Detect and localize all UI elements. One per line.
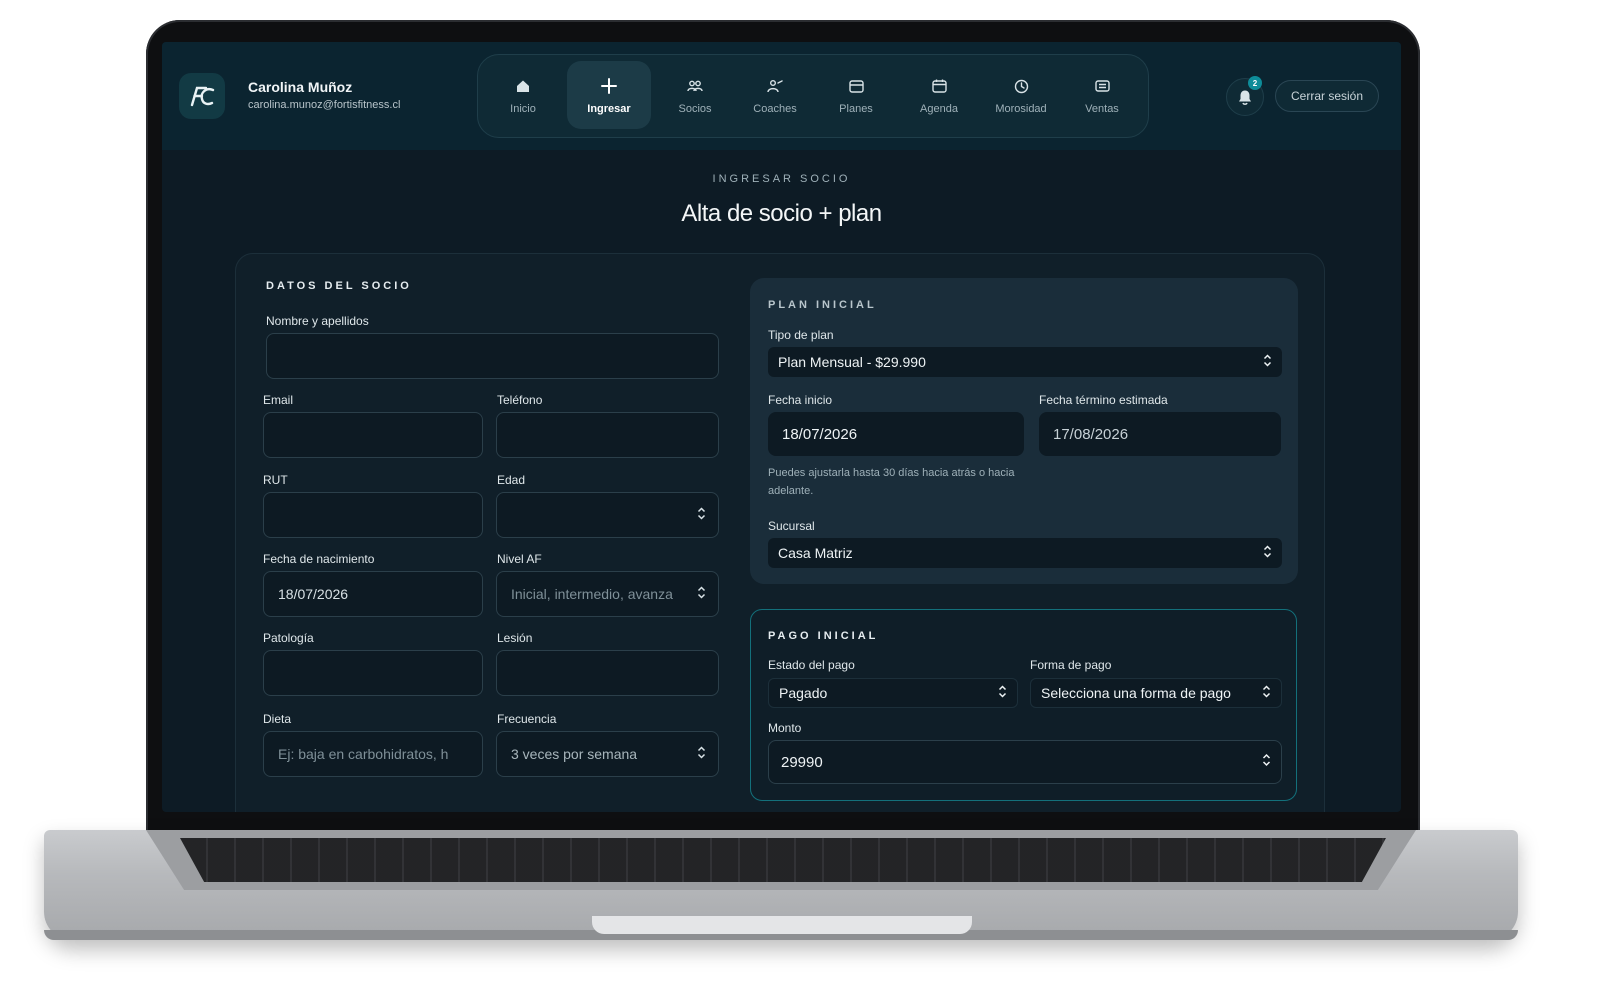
- nav-item-ventas[interactable]: Ventas: [1060, 61, 1144, 129]
- laptop-opening-notch: [592, 916, 972, 934]
- pathology-label: Patología: [263, 631, 314, 645]
- member-section-title: DATOS DEL SOCIO: [266, 280, 412, 292]
- user-email: carolina.munoz@fortisfitness.cl: [248, 99, 401, 111]
- page-eyebrow: INGRESAR SOCIO: [712, 173, 851, 185]
- nav-label: Coaches: [753, 103, 797, 115]
- nav-item-agenda[interactable]: Agenda: [897, 61, 981, 129]
- select-chevron-icon: [1263, 354, 1272, 371]
- start-date-input[interactable]: 18/07/2026: [768, 412, 1024, 456]
- branch-select[interactable]: Casa Matriz: [768, 538, 1282, 568]
- select-chevron-icon: [1263, 545, 1272, 562]
- frequency-select[interactable]: 3 veces por semana: [496, 731, 719, 777]
- level-select[interactable]: Inicial, intermedio, avanza: [496, 571, 719, 617]
- rut-input[interactable]: [263, 492, 483, 538]
- nav-label: Inicio: [510, 103, 536, 115]
- select-chevron-icon: [697, 746, 706, 763]
- payment-method-select[interactable]: Selecciona una forma de pago: [1030, 678, 1282, 708]
- name-input[interactable]: [266, 333, 719, 379]
- nav-label: Ingresar: [587, 103, 631, 115]
- name-label: Nombre y apellidos: [266, 314, 369, 328]
- nav-item-morosidad[interactable]: Morosidad: [979, 61, 1063, 129]
- page-title: Alta de socio + plan: [681, 200, 882, 227]
- stepper-chevron-icon: [1262, 753, 1271, 771]
- logout-button[interactable]: Cerrar sesión: [1275, 80, 1379, 112]
- select-chevron-icon: [697, 586, 706, 603]
- nav-label: Planes: [839, 103, 873, 115]
- nav-label: Ventas: [1085, 103, 1119, 115]
- plus-icon: [600, 75, 618, 97]
- amount-value: 29990: [781, 753, 823, 771]
- branch-label: Sucursal: [768, 519, 815, 533]
- branch-value: Casa Matriz: [778, 545, 853, 561]
- payment-status-label: Estado del pago: [768, 658, 855, 672]
- diet-input[interactable]: Ej: baja en carbohidratos, h: [263, 731, 483, 777]
- phone-label: Teléfono: [497, 393, 543, 407]
- nav-label: Agenda: [920, 103, 958, 115]
- nav-label: Socios: [678, 103, 712, 115]
- card-icon: [848, 75, 864, 97]
- nav-label: Morosidad: [995, 103, 1047, 115]
- frequency-value: 3 veces por semana: [511, 746, 638, 762]
- rut-label: RUT: [263, 473, 288, 487]
- date-hint: Puedes ajustarla hasta 30 días hacia atr…: [768, 467, 1015, 497]
- plan-type-value: Plan Mensual - $29.990: [778, 354, 926, 370]
- phone-input[interactable]: [496, 412, 719, 458]
- plan-type-label: Tipo de plan: [768, 328, 834, 342]
- users-icon: [687, 75, 703, 97]
- select-chevron-icon: [1262, 685, 1271, 702]
- plan-type-select[interactable]: Plan Mensual - $29.990: [768, 347, 1282, 377]
- nav-item-ingresar[interactable]: Ingresar: [567, 61, 651, 129]
- pathology-input[interactable]: [263, 650, 483, 696]
- user-name: Carolina Muñoz: [248, 79, 353, 95]
- email-input[interactable]: [263, 412, 483, 458]
- birth-label: Fecha de nacimiento: [263, 552, 375, 566]
- notification-count-badge: 2: [1248, 76, 1262, 90]
- stepper-chevron-icon: [697, 507, 706, 524]
- clock-icon: [1014, 75, 1029, 97]
- receipt-icon: [1094, 75, 1110, 97]
- start-date-label: Fecha inicio: [768, 393, 833, 407]
- nav-item-planes[interactable]: Planes: [814, 61, 898, 129]
- age-stepper[interactable]: [496, 492, 719, 538]
- injury-input[interactable]: [496, 650, 719, 696]
- age-label: Edad: [497, 473, 526, 487]
- diet-label: Dieta: [263, 712, 292, 726]
- top-bar: Carolina Muñoz carolina.munoz@fortisfitn…: [162, 42, 1401, 150]
- diet-placeholder: Ej: baja en carbohidratos, h: [278, 746, 449, 762]
- nav-item-socios[interactable]: Socios: [653, 61, 737, 129]
- end-date-input[interactable]: 17/08/2026: [1039, 412, 1281, 456]
- payment-section-title: PAGO INICIAL: [768, 630, 879, 642]
- birth-date-value: 18/07/2026: [278, 586, 349, 602]
- amount-input[interactable]: 29990: [768, 740, 1282, 784]
- frequency-label: Frecuencia: [497, 712, 557, 726]
- plan-section-title: PLAN INICIAL: [768, 299, 877, 311]
- level-label: Nivel AF: [497, 552, 542, 566]
- level-placeholder: Inicial, intermedio, avanza: [511, 586, 673, 602]
- payment-method-value: Selecciona una forma de pago: [1041, 685, 1231, 701]
- birth-date-input[interactable]: 18/07/2026: [263, 571, 483, 617]
- main-nav: Inicio Ingresar Socios Coaches Planes Ag…: [477, 54, 1149, 138]
- payment-method-label: Forma de pago: [1030, 658, 1112, 672]
- brand-logo[interactable]: [179, 73, 225, 119]
- laptop-keyboard: [180, 838, 1386, 882]
- email-label: Email: [263, 393, 294, 407]
- home-icon: [516, 75, 530, 97]
- start-date-value: 18/07/2026: [782, 425, 858, 443]
- nav-item-coaches[interactable]: Coaches: [733, 61, 817, 129]
- nav-item-inicio[interactable]: Inicio: [481, 61, 565, 129]
- end-date-value: 17/08/2026: [1053, 425, 1129, 443]
- end-date-label: Fecha término estimada: [1039, 393, 1168, 407]
- payment-status-value: Pagado: [779, 685, 828, 701]
- app-screen: Carolina Muñoz carolina.munoz@fortisfitn…: [162, 42, 1401, 812]
- coach-icon: [767, 75, 783, 97]
- payment-status-select[interactable]: Pagado: [768, 678, 1018, 708]
- brand-logo-icon: [190, 86, 215, 107]
- calendar-icon: [931, 75, 947, 97]
- amount-label: Monto: [768, 721, 802, 735]
- injury-label: Lesión: [497, 631, 533, 645]
- bell-icon: [1239, 90, 1251, 105]
- select-chevron-icon: [998, 685, 1007, 702]
